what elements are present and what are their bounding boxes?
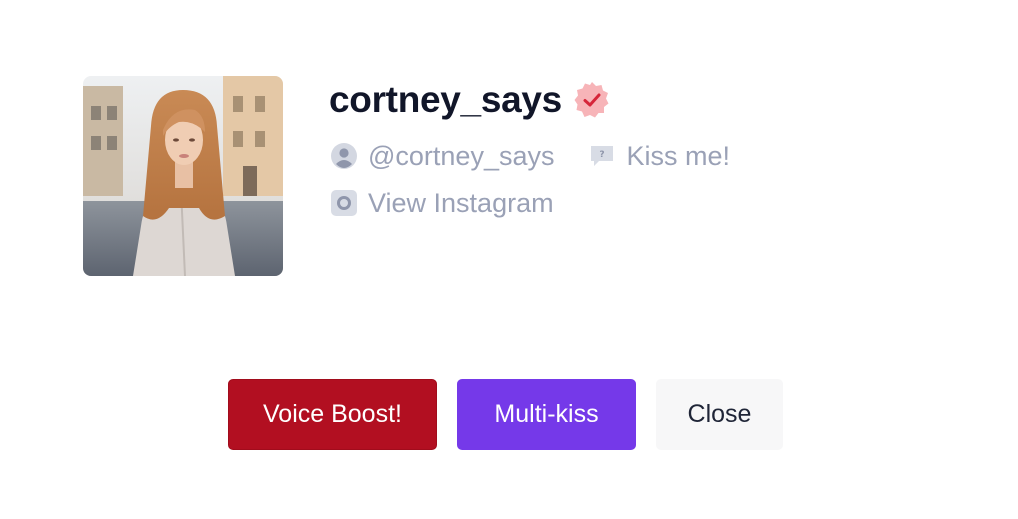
profile-meta-row: @cortney_says ? Kiss me!	[330, 138, 730, 174]
handle-item: @cortney_says	[330, 141, 554, 172]
instagram-row: View Instagram	[330, 185, 554, 221]
instagram-link-text[interactable]: View Instagram	[368, 188, 554, 219]
verified-badge-icon	[572, 80, 612, 120]
instagram-link[interactable]: View Instagram	[330, 188, 554, 219]
svg-text:?: ?	[600, 150, 605, 160]
multi-kiss-button[interactable]: Multi-kiss	[457, 379, 636, 450]
username: cortney_says	[329, 79, 562, 120]
instagram-icon	[330, 189, 358, 217]
handle-text: @cortney_says	[368, 140, 555, 171]
close-button[interactable]: Close	[656, 379, 783, 450]
status-item: ? Kiss me!	[588, 141, 730, 172]
profile-avatar	[83, 76, 283, 276]
status-text: Kiss me!	[626, 140, 731, 171]
username-row: cortney_says	[329, 78, 612, 122]
user-icon	[330, 142, 358, 170]
voice-boost-button[interactable]: Voice Boost!	[228, 379, 437, 450]
speech-bubble-icon: ?	[588, 142, 616, 170]
